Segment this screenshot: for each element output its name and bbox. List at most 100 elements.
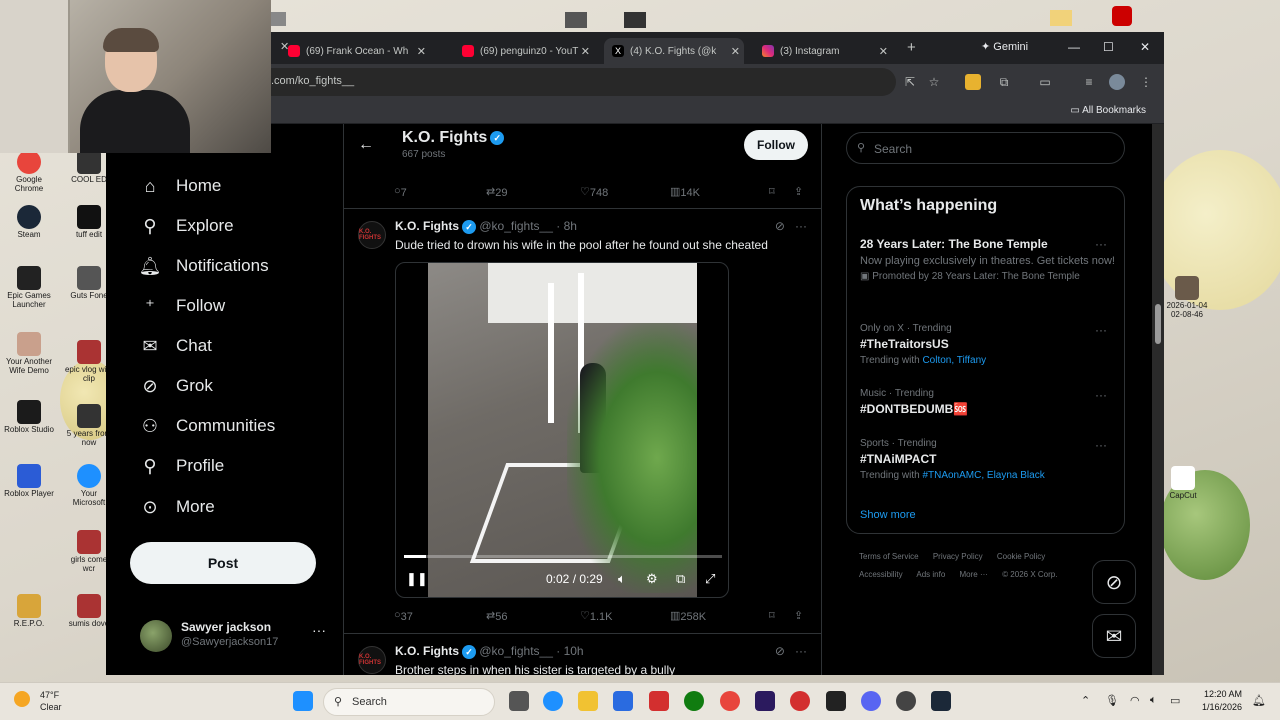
- app-icon[interactable]: [649, 691, 669, 711]
- gemini-button[interactable]: ✦ Gemini: [981, 40, 1028, 53]
- scrollbar-thumb[interactable]: [1155, 304, 1161, 344]
- views-button[interactable]: ▥ 258K: [670, 609, 706, 623]
- youtube-icon[interactable]: [1112, 6, 1132, 26]
- new-tab-button[interactable]: +: [907, 39, 916, 56]
- video-player[interactable]: ❚❚ 0:02 / 0:29 🔈︎ ⚙ ⧉ ⤢: [395, 262, 729, 598]
- extensions-puzzle-icon[interactable]: ⧉: [996, 74, 1012, 90]
- account-switcher[interactable]: Sawyer jackson @Sawyerjackson17 ···: [140, 616, 330, 656]
- battery-icon[interactable]: ▭: [1170, 694, 1180, 707]
- footer-link[interactable]: Terms of Service: [859, 552, 919, 561]
- more-dots-icon[interactable]: ···: [1095, 237, 1107, 251]
- nav-follow[interactable]: ⁺ Follow: [140, 290, 225, 322]
- nav-grok[interactable]: ⊘ Grok: [140, 370, 212, 402]
- store-icon[interactable]: [613, 691, 633, 711]
- close-window-button[interactable]: ✕: [1140, 40, 1150, 54]
- desktop-icon[interactable]: Roblox Studio: [4, 400, 54, 435]
- profile-avatar-icon[interactable]: [1109, 74, 1125, 90]
- desktop-icon[interactable]: Roblox Player: [4, 464, 54, 499]
- back-arrow-icon[interactable]: ←: [358, 136, 374, 154]
- nav-more[interactable]: ⊙ More: [140, 491, 214, 523]
- share-icon[interactable]: ⇪: [794, 185, 803, 198]
- wifi-icon[interactable]: ◠: [1130, 694, 1140, 707]
- start-button[interactable]: [293, 691, 313, 711]
- tweet[interactable]: K.O. FIGHTS K.O. Fights ✓ @ko_fights__ · …: [344, 208, 821, 633]
- video-file-icon[interactable]: [624, 12, 646, 28]
- more-dots-icon[interactable]: ···: [1095, 323, 1107, 337]
- nav-chat[interactable]: ✉ Chat: [140, 330, 211, 362]
- avatar[interactable]: K.O. FIGHTS: [358, 221, 386, 249]
- url-text[interactable]: .com/ko_fights__: [271, 75, 354, 87]
- more-dots-icon[interactable]: ···: [1095, 388, 1107, 402]
- follow-button[interactable]: Follow: [744, 130, 808, 160]
- avatar[interactable]: K.O. FIGHTS: [358, 646, 386, 674]
- more-dots-icon[interactable]: ···: [1095, 438, 1107, 452]
- desktop-icon[interactable]: Epic Games Launcher: [4, 266, 54, 310]
- grok-icon[interactable]: ⊘: [775, 644, 785, 658]
- nav-communities[interactable]: ⚇ Communities: [140, 410, 275, 442]
- fullscreen-icon[interactable]: ⤢: [705, 571, 715, 587]
- desktop-icon[interactable]: Your Another Wife Demo: [4, 332, 54, 376]
- video-progress-bar[interactable]: [404, 555, 722, 558]
- steam-icon[interactable]: [931, 691, 951, 711]
- desktop-icon[interactable]: Google Chrome: [4, 150, 54, 194]
- close-tab-icon[interactable]: ✕: [581, 45, 590, 58]
- volume-icon[interactable]: 🔈︎: [1150, 694, 1157, 707]
- app-icon[interactable]: [896, 691, 916, 711]
- video-file-icon[interactable]: [565, 12, 587, 28]
- discord-icon[interactable]: [861, 691, 881, 711]
- tweet[interactable]: K.O. FIGHTS K.O. Fights ✓ @ko_fights__ · …: [344, 633, 821, 675]
- app-icon[interactable]: [790, 691, 810, 711]
- all-bookmarks-button[interactable]: ▭ All Bookmarks: [1070, 105, 1146, 116]
- sidebar-icon[interactable]: ▭: [1037, 74, 1053, 90]
- like-button[interactable]: ♡ 1.1K: [580, 609, 613, 623]
- chevron-up-icon[interactable]: ⌃: [1081, 694, 1090, 707]
- scrollbar[interactable]: [1152, 124, 1164, 675]
- grok-icon[interactable]: ⊘: [775, 219, 785, 233]
- desktop-icon[interactable]: R.E.P.O.: [4, 594, 54, 629]
- install-icon[interactable]: ⇱: [902, 74, 918, 90]
- taskbar-search[interactable]: ⚲ Search: [323, 688, 495, 716]
- promoted-trend[interactable]: 28 Years Later: The Bone Temple Now play…: [860, 237, 1115, 282]
- task-view-icon[interactable]: [509, 691, 529, 711]
- tab-instagram[interactable]: (3) Instagram ✕: [754, 38, 892, 64]
- search-input[interactable]: ⚲ Search: [846, 132, 1125, 164]
- footer-link[interactable]: Ads info: [916, 570, 945, 579]
- reply-button[interactable]: ○ 7: [394, 185, 407, 199]
- like-button[interactable]: ♡ 748: [580, 185, 608, 199]
- premiere-icon[interactable]: [755, 691, 775, 711]
- footer-link[interactable]: More ···: [960, 570, 988, 579]
- desktop-icon[interactable]: Steam: [4, 205, 54, 240]
- settings-gear-icon[interactable]: ⚙: [646, 571, 658, 587]
- bookmark-icon[interactable]: ⌑: [769, 609, 775, 622]
- file-explorer-icon[interactable]: [578, 691, 598, 711]
- nav-home[interactable]: ⌂ Home: [140, 170, 222, 202]
- close-tab-icon[interactable]: ✕: [280, 40, 289, 53]
- nav-explore[interactable]: ⚲ Explore: [140, 210, 233, 242]
- close-tab-icon[interactable]: ✕: [879, 45, 888, 58]
- grok-fab-icon[interactable]: ⊘: [1092, 560, 1136, 604]
- maximize-button[interactable]: ☐: [1103, 40, 1114, 54]
- notification-bell-icon[interactable]: 🔔︎: [1252, 694, 1266, 707]
- clock[interactable]: 12:20 AM 1/16/2026: [1202, 688, 1242, 714]
- edge-icon[interactable]: [543, 691, 563, 711]
- desktop-icon[interactable]: 2026-01-04 02-08-46: [1162, 276, 1212, 320]
- image-file-icon[interactable]: [270, 12, 286, 26]
- footer-link[interactable]: Accessibility: [859, 570, 903, 579]
- media-control-icon[interactable]: ≡: [1081, 74, 1097, 90]
- extension-icon[interactable]: [965, 74, 981, 90]
- tab-ko-fights[interactable]: X (4) K.O. Fights (@k ✕: [604, 38, 744, 64]
- desktop-icon[interactable]: CapCut: [1158, 466, 1208, 501]
- close-tab-icon[interactable]: ✕: [417, 45, 426, 58]
- footer-link[interactable]: Cookie Policy: [997, 552, 1045, 561]
- tab-penguinz0[interactable]: (69) penguinz0 - YouT ✕: [454, 38, 594, 64]
- picture-in-picture-icon[interactable]: ⧉: [676, 571, 685, 587]
- trend-item[interactable]: Sports · Trending #TNAiMPACT Trending wi…: [860, 438, 1115, 481]
- microphone-icon[interactable]: 🎙︎: [1105, 694, 1119, 707]
- more-dots-icon[interactable]: ···: [795, 219, 807, 233]
- epic-games-icon[interactable]: [826, 691, 846, 711]
- minimize-button[interactable]: —: [1068, 40, 1080, 54]
- trend-item[interactable]: Music · Trending #DONTBEDUMB🆘 ···: [860, 388, 1115, 416]
- chrome-icon[interactable]: [720, 691, 740, 711]
- folder-icon[interactable]: [1050, 10, 1072, 26]
- xbox-icon[interactable]: [684, 691, 704, 711]
